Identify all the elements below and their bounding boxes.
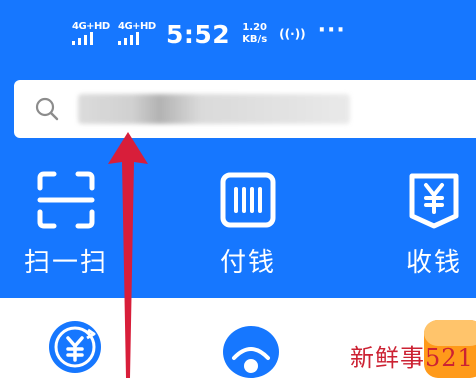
pay-code-icon: [220, 172, 276, 228]
sim1-signal-icon: 4G+HD: [70, 19, 110, 49]
search-icon: [35, 97, 59, 121]
hotspot-icon: ((·)): [279, 27, 306, 41]
sim1-network-label: 4G+HD: [72, 21, 110, 32]
clock-time: 5:52: [166, 19, 231, 49]
pay-label: 付钱: [219, 248, 276, 278]
network-speed-unit: KB/s: [242, 34, 268, 45]
collect-money-button[interactable]: 收钱: [374, 168, 476, 279]
watermark-text: 新鲜事521: [350, 344, 474, 372]
red-up-arrow-icon: [108, 132, 148, 378]
sim2-signal-bars: [118, 32, 139, 45]
shell-icon[interactable]: [220, 316, 282, 378]
search-bar[interactable]: [14, 80, 476, 138]
yuan-refresh-icon[interactable]: [46, 316, 104, 378]
network-speed: 1.20 KB/s: [242, 22, 267, 46]
pay-button[interactable]: 付钱: [188, 168, 308, 279]
collect-money-label: 收钱: [405, 248, 462, 278]
status-bar: 4G+HD 4G+HD 5:52 1.20 KB/s ((·)) ···: [70, 14, 346, 54]
phone-screen: 4G+HD 4G+HD 5:52 1.20 KB/s ((·)) ··· 扫一扫…: [0, 0, 476, 378]
network-speed-value: 1.20: [242, 22, 268, 33]
scan-label: 扫一扫: [23, 248, 108, 278]
scan-icon: [37, 171, 95, 229]
sim2-network-label: 4G+HD: [118, 21, 156, 32]
more-dots-icon: ···: [317, 17, 346, 43]
sim1-signal-bars: [72, 32, 93, 45]
collect-money-icon: [409, 173, 459, 229]
search-placeholder-blurred: [78, 94, 350, 124]
sim2-signal-icon: 4G+HD: [116, 19, 156, 49]
